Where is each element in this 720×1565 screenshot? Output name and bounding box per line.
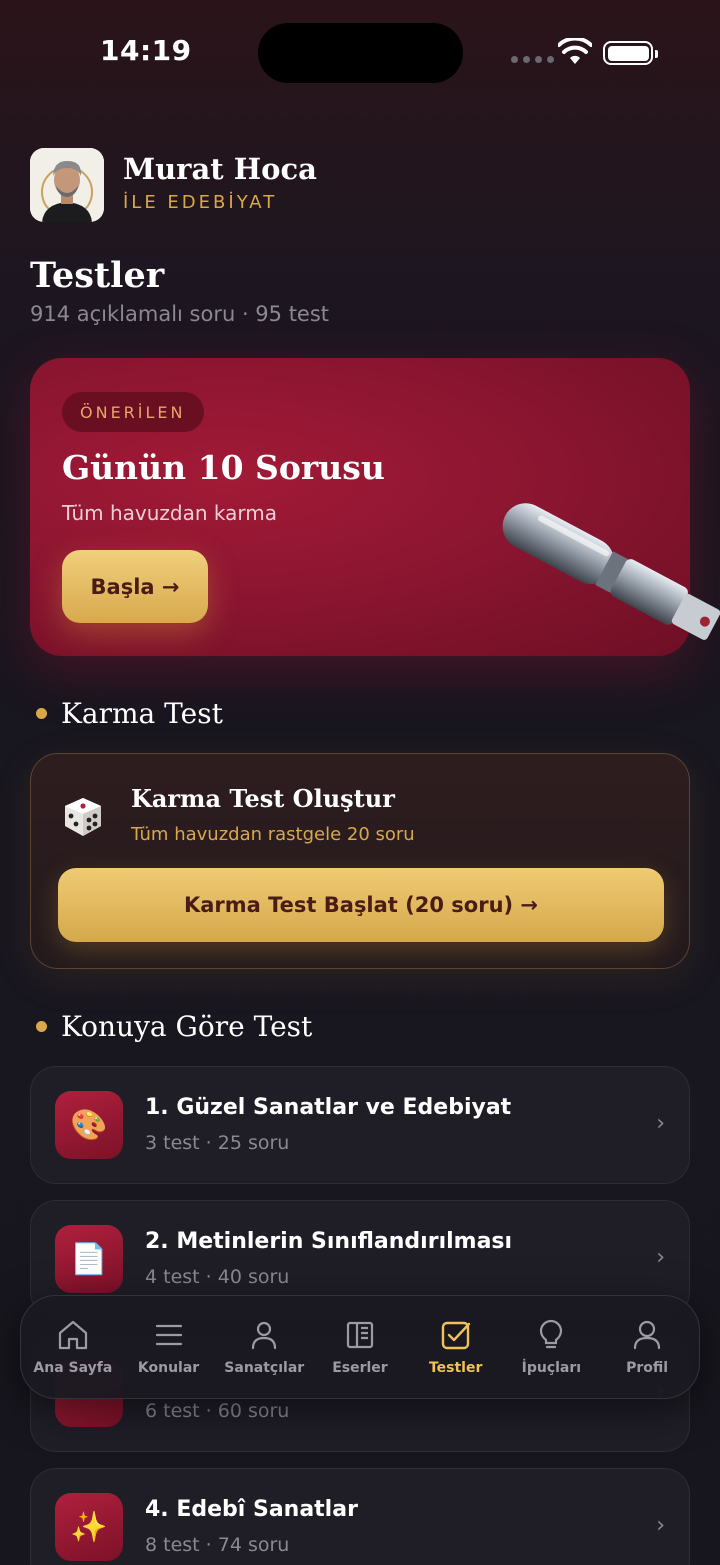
topic-item[interactable]: ✨ 4. Edebî Sanatlar 8 test · 74 soru › [30, 1468, 690, 1565]
tab-bar: Ana Sayfa Konular Sanatçılar Eserler Tes… [20, 1295, 700, 1399]
tab-tips[interactable]: İpuçları [505, 1318, 597, 1376]
menu-icon [155, 1324, 182, 1346]
tab-label: Testler [428, 1360, 483, 1376]
book-icon [346, 1321, 374, 1349]
start-mix-test-button[interactable]: Karma Test Başlat (20 soru) → [58, 868, 664, 942]
hero-subtitle: Tüm havuzdan karma [62, 501, 278, 525]
topic-meta: 3 test · 25 soru [145, 1132, 290, 1154]
sparkles-icon: ✨ [55, 1493, 123, 1561]
topic-title: 4. Edebî Sanatlar [145, 1497, 358, 1522]
topic-meta: 8 test · 74 soru [145, 1534, 290, 1556]
tab-profile[interactable]: Profil [601, 1318, 693, 1376]
page-title: Testler [30, 255, 165, 296]
recommended-badge: ÖNERİLEN [62, 392, 204, 432]
brand-name: Murat Hoca [123, 152, 317, 186]
checkbox-icon [441, 1321, 470, 1350]
mix-card-subtitle: Tüm havuzdan rastgele 20 soru [131, 824, 415, 845]
start-button[interactable]: Başla → [62, 550, 208, 623]
mix-test-card: Karma Test Oluştur Tüm havuzdan rastgele… [30, 753, 690, 969]
tab-label: Konular [137, 1360, 200, 1376]
topic-meta: 6 test · 60 soru [145, 1400, 290, 1422]
person-icon [252, 1321, 277, 1350]
battery-icon [603, 41, 658, 65]
chevron-right-icon: › [656, 1245, 665, 1270]
section-heading-by-topic: Konuya Göre Test [36, 1010, 312, 1043]
topic-title: 1. Güzel Sanatlar ve Edebiyat [145, 1095, 512, 1120]
dice-icon [65, 798, 101, 836]
document-icon: 📄 [55, 1225, 123, 1293]
lightbulb-icon [540, 1319, 563, 1349]
topic-item[interactable]: 🎨 1. Güzel Sanatlar ve Edebiyat 3 test ·… [30, 1066, 690, 1184]
tab-label: Sanatçılar [224, 1360, 305, 1376]
tab-label: Ana Sayfa [33, 1360, 113, 1376]
section-heading-mix-label: Karma Test [61, 697, 223, 730]
tab-label: Eserler [332, 1360, 388, 1376]
palette-icon: 🎨 [55, 1091, 123, 1159]
bullet-dot [36, 1021, 47, 1032]
tab-topics[interactable]: Konular [123, 1318, 215, 1376]
section-heading-by-topic-label: Konuya Göre Test [61, 1010, 313, 1043]
wifi-icon [558, 38, 592, 64]
chevron-right-icon: › [656, 1513, 665, 1538]
status-time: 14:19 [100, 34, 192, 67]
home-icon [58, 1320, 87, 1350]
tab-home[interactable]: Ana Sayfa [27, 1318, 119, 1376]
mix-card-title: Karma Test Oluştur [131, 784, 395, 813]
topic-meta: 4 test · 40 soru [145, 1266, 290, 1288]
hero-title: Günün 10 Sorusu [62, 448, 385, 487]
chevron-right-icon: › [656, 1111, 665, 1136]
tab-tests[interactable]: Testler [410, 1318, 502, 1376]
bullet-dot [36, 708, 47, 719]
page-subtitle: 914 açıklamalı soru · 95 test [30, 302, 330, 326]
profile-icon [633, 1320, 661, 1350]
tab-label: Profil [626, 1360, 669, 1376]
brand-subtitle: İLE EDEBİYAT [123, 192, 278, 213]
avatar [30, 148, 104, 222]
cellular-signal-icon [511, 56, 554, 63]
daily-questions-card[interactable]: ÖNERİLEN Günün 10 Sorusu Tüm havuzdan ka… [30, 358, 720, 656]
tab-label: İpuçları [521, 1360, 582, 1376]
dynamic-island [258, 23, 463, 83]
fountain-pen-icon [502, 503, 720, 640]
section-heading-mix: Karma Test [36, 697, 223, 730]
tab-artists[interactable]: Sanatçılar [218, 1318, 310, 1376]
tab-works[interactable]: Eserler [314, 1318, 406, 1376]
topic-title: 2. Metinlerin Sınıflandırılması [145, 1229, 513, 1254]
